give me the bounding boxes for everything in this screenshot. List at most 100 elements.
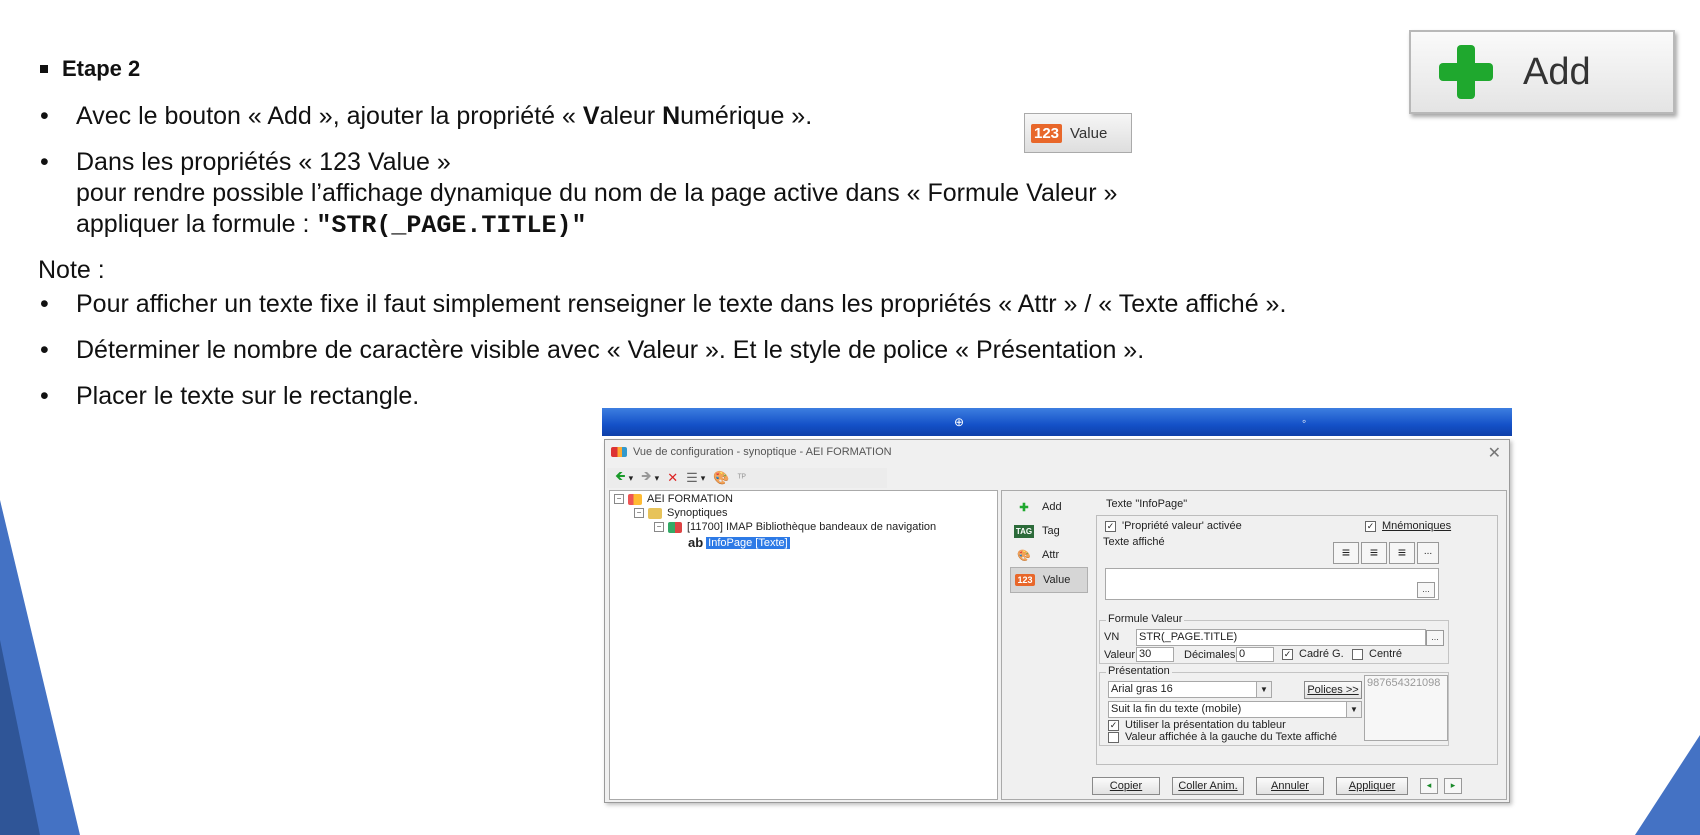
- centre-checkbox[interactable]: Centré: [1352, 648, 1402, 660]
- heading-text: Etape 2: [62, 56, 141, 81]
- coller-anim-button[interactable]: Coller Anim.: [1172, 777, 1244, 795]
- group-label: Formule Valeur: [1106, 613, 1185, 625]
- side-button-tag[interactable]: TAG Tag: [1010, 519, 1086, 543]
- tree-node-bibliotheque[interactable]: − [11700] IMAP Bibliothèque bandeaux de …: [654, 521, 936, 533]
- formule-valeur-group: Formule Valeur VN STR(_PAGE.TITLE) ... V…: [1099, 613, 1449, 664]
- previous-icon[interactable]: ◂: [1420, 778, 1438, 794]
- list-icon[interactable]: ☰: [686, 470, 698, 486]
- side-button-label: Tag: [1042, 525, 1060, 537]
- font-select-value: Arial gras 16: [1111, 683, 1173, 695]
- appliquer-button[interactable]: Appliquer: [1336, 777, 1408, 795]
- heading-square-bullet: [40, 65, 48, 73]
- value-properties-box: ✓ 'Propriété valeur' activée ✓ Mnémoniqu…: [1096, 515, 1498, 765]
- tree-label-selected: InfoPage [Texte]: [706, 536, 790, 549]
- checkbox-label: Cadré G.: [1299, 648, 1344, 660]
- collapse-icon[interactable]: −: [634, 508, 644, 518]
- vn-label: VN: [1104, 631, 1120, 643]
- properties-panel: ✚ Add TAG Tag 🎨 Attr 123 Value Texte "In…: [1001, 490, 1507, 800]
- checkbox-unchecked[interactable]: [1352, 648, 1363, 660]
- font-preview: 987654321098: [1364, 675, 1448, 741]
- bullet-text: Avec le bouton « Add », ajouter la propr…: [76, 101, 812, 132]
- align-center-icon[interactable]: ≡: [1361, 542, 1387, 564]
- tree-node-root[interactable]: − AEI FORMATION: [614, 493, 733, 505]
- checkbox-checked[interactable]: ✓: [1105, 520, 1116, 532]
- utiliser-tableur-checkbox[interactable]: ✓ Utiliser la présentation du tableur: [1108, 719, 1286, 731]
- delete-icon[interactable]: ✕: [667, 470, 678, 486]
- slide: Etape 2 • Avec le bouton « Add », ajoute…: [0, 0, 1700, 835]
- checkbox-checked[interactable]: ✓: [1282, 648, 1293, 660]
- bullet-line-3: appliquer la formule : "STR(_PAGE.TITLE)…: [76, 209, 586, 241]
- chevron-down-icon[interactable]: ▼: [1346, 702, 1361, 717]
- formula-browse-button[interactable]: ...: [1426, 630, 1444, 646]
- folder-icon: [648, 507, 662, 519]
- bullet-text-part: umérique ».: [680, 102, 813, 130]
- window-title: Vue de configuration - synoptique - AEI …: [611, 446, 892, 458]
- side-button-label: Value: [1043, 574, 1071, 586]
- annuler-button[interactable]: Annuler: [1256, 777, 1324, 795]
- copier-button[interactable]: Copier: [1092, 777, 1160, 795]
- polices-button[interactable]: Polices >>: [1304, 681, 1362, 699]
- property-active-checkbox[interactable]: ✓ 'Propriété valeur' activée: [1105, 520, 1242, 532]
- pin-icon: ◦: [1302, 414, 1307, 428]
- tp-icon[interactable]: ᵀᴾ: [737, 473, 746, 484]
- tree-label: AEI FORMATION: [647, 493, 733, 505]
- valeur-gauche-checkbox[interactable]: Valeur affichée à la gauche du Texte aff…: [1108, 731, 1337, 743]
- side-button-value[interactable]: 123 Value: [1010, 567, 1088, 593]
- font-select[interactable]: Arial gras 16 ▼: [1108, 681, 1272, 698]
- value-button-label: Value: [1070, 124, 1108, 142]
- side-button-add[interactable]: ✚ Add: [1010, 495, 1086, 519]
- plus-icon: ✚: [1019, 501, 1029, 514]
- tree-label: Synoptiques: [667, 507, 728, 519]
- window-title-text: Vue de configuration - synoptique - AEI …: [633, 446, 892, 458]
- bullet-text: Pour afficher un texte fixe il faut simp…: [76, 290, 1287, 318]
- chevron-down-icon[interactable]: ▾: [655, 473, 660, 484]
- tree-node-infopage[interactable]: ab InfoPage [Texte]: [688, 535, 790, 550]
- cadre-checkbox[interactable]: ✓ Cadré G.: [1282, 648, 1344, 660]
- next-icon[interactable]: ▸: [1444, 778, 1462, 794]
- back-arrow-icon[interactable]: 🡸: [615, 467, 626, 489]
- screenshot-title-bar: ⊕ ◦: [602, 408, 1512, 436]
- forward-arrow-icon[interactable]: 🡺: [641, 467, 652, 489]
- decimales-label: Décimales: [1184, 649, 1236, 661]
- checkbox-checked[interactable]: ✓: [1108, 719, 1119, 731]
- align-left-icon[interactable]: ≡: [1333, 542, 1359, 564]
- mnemoniques-checkbox[interactable]: ✓ Mnémoniques: [1365, 520, 1451, 532]
- position-select[interactable]: Suit la fin du texte (mobile) ▼: [1108, 701, 1362, 718]
- align-right-icon[interactable]: ≡: [1389, 542, 1415, 564]
- side-button-attr[interactable]: 🎨 Attr: [1010, 543, 1086, 567]
- collapse-icon[interactable]: −: [614, 494, 624, 504]
- app-icon: [611, 447, 627, 457]
- palette-icon[interactable]: 🎨: [713, 470, 729, 486]
- toolbar: 🡸 ▾ 🡺 ▾ ✕ ☰ ▾ 🎨 ᵀᴾ: [607, 468, 887, 488]
- checkbox-checked[interactable]: ✓: [1365, 520, 1376, 532]
- close-icon[interactable]: ✕: [1488, 443, 1501, 463]
- checkbox-unchecked[interactable]: [1108, 731, 1119, 743]
- bullet-dot: •: [40, 336, 49, 364]
- bullet-text-part: aleur: [599, 102, 663, 130]
- bullet-dot: •: [40, 382, 49, 410]
- more-options-button[interactable]: ...: [1417, 542, 1439, 564]
- valeur-input[interactable]: 30: [1136, 647, 1174, 662]
- chevron-down-icon[interactable]: ▾: [701, 473, 706, 484]
- bold-letter-n: N: [662, 102, 681, 130]
- panel-title: Texte "InfoPage": [1106, 498, 1188, 510]
- tree-view[interactable]: − AEI FORMATION − Synoptiques − [11700] …: [609, 490, 998, 800]
- group-label: Présentation: [1106, 665, 1172, 677]
- checkbox-label: Centré: [1369, 648, 1403, 660]
- side-button-label: Attr: [1042, 549, 1060, 561]
- decimales-input[interactable]: 0: [1236, 647, 1274, 662]
- value-123-icon: 123: [1015, 574, 1035, 586]
- browse-button[interactable]: ...: [1417, 582, 1435, 598]
- formula-code: "STR(_PAGE.TITLE)": [316, 211, 587, 240]
- texte-affiche-label: Texte affiché: [1103, 536, 1165, 548]
- configuration-window: Vue de configuration - synoptique - AEI …: [604, 439, 1510, 803]
- chevron-down-icon[interactable]: ▾: [629, 473, 634, 484]
- vn-formula-input[interactable]: STR(_PAGE.TITLE): [1136, 629, 1426, 646]
- chevron-down-icon[interactable]: ▼: [1256, 682, 1271, 697]
- texte-affiche-input[interactable]: [1105, 568, 1439, 600]
- tree-node-synoptiques[interactable]: − Synoptiques: [634, 507, 728, 519]
- valeur-label: Valeur: [1104, 649, 1135, 661]
- checkbox-label: Valeur affichée à la gauche du Texte aff…: [1125, 731, 1338, 743]
- collapse-icon[interactable]: −: [654, 522, 664, 532]
- presentation-group: Présentation Arial gras 16 ▼ Polices >> …: [1099, 665, 1449, 746]
